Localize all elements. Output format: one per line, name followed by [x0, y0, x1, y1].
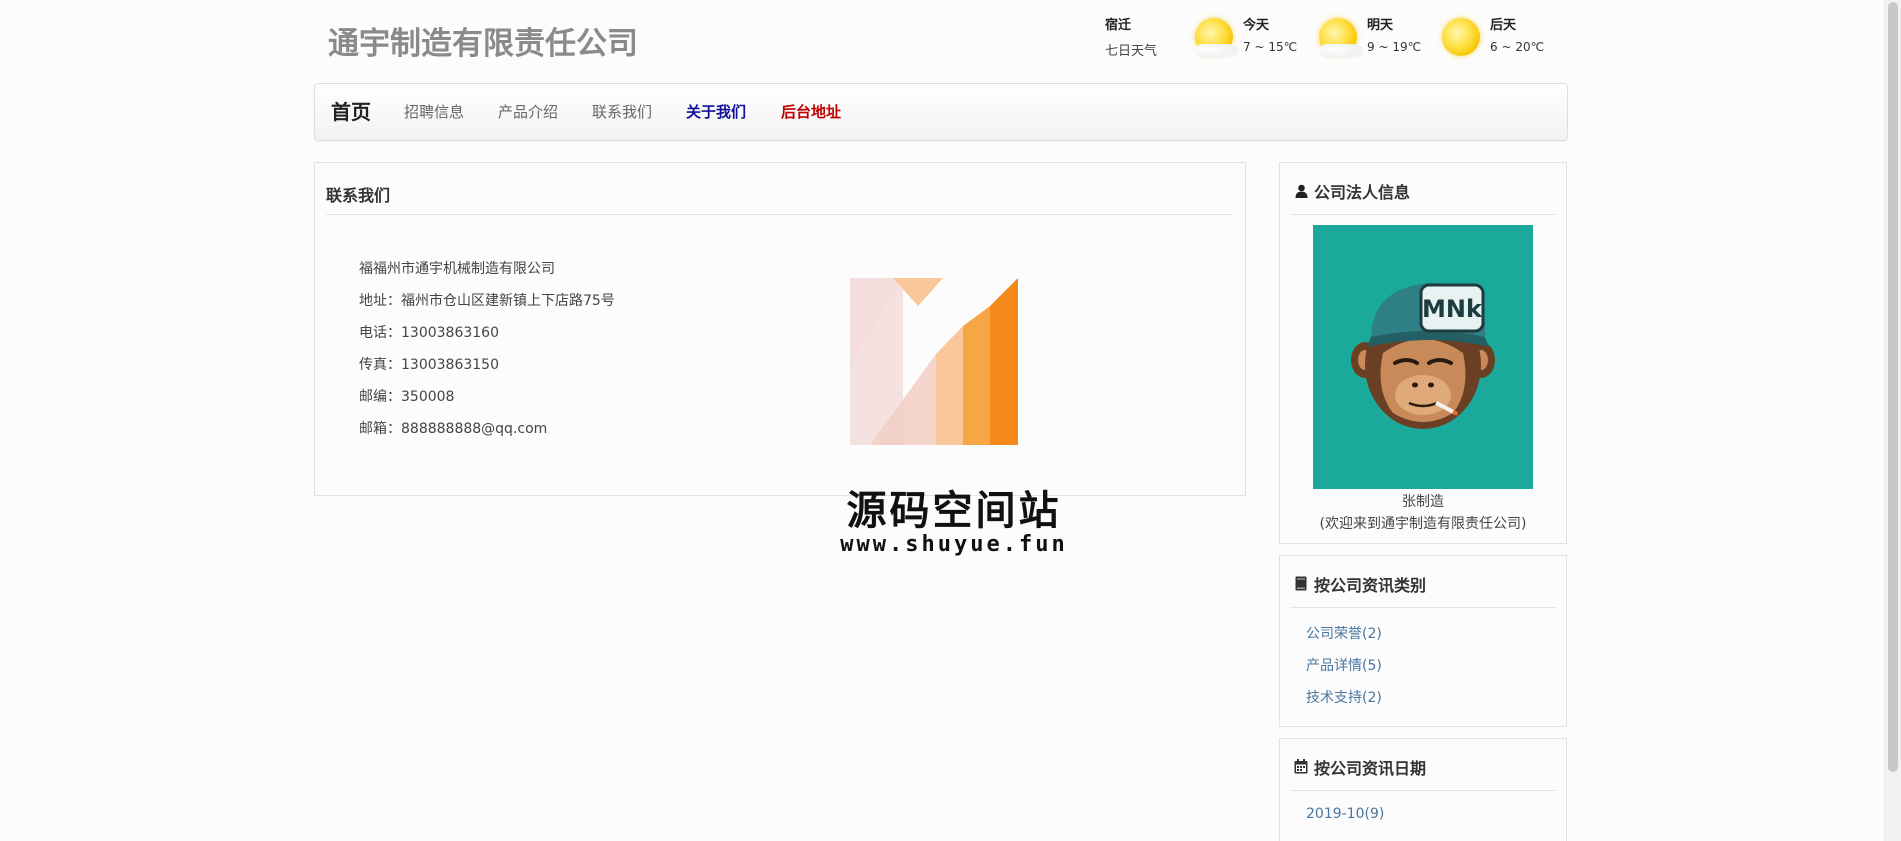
- nav-about[interactable]: 关于我们: [686, 84, 746, 140]
- avatar: MNk: [1313, 225, 1533, 489]
- contact-company: 福福州市通宇机械制造有限公司: [359, 261, 555, 277]
- weather-day-temp: 9 ~ 19℃: [1367, 40, 1422, 54]
- date-link[interactable]: 2019-10(9): [1306, 806, 1384, 838]
- nav-jobs[interactable]: 招聘信息: [404, 84, 464, 140]
- nav-admin[interactable]: 后台地址: [781, 84, 841, 140]
- date-list: 2019-10(9): [1306, 806, 1384, 838]
- contact-fax: 传真：13003863150: [359, 357, 499, 373]
- page: 通宇制造有限责任公司 宿迁 七日天气 今天 7 ~ 15℃ 明天 9 ~ 19℃…: [0, 0, 1901, 841]
- contact-phone: 电话：13003863160: [359, 325, 499, 341]
- weather-day-temp: 7 ~ 15℃: [1243, 40, 1298, 54]
- cloud-icon: [1319, 44, 1363, 58]
- contact-postcode: 邮编：350008: [359, 389, 455, 405]
- watermark-logo-icon: [850, 278, 1018, 445]
- legal-person-box: 公司法人信息 MNk 张制造 (欢迎来到通宇制造有限责任公司): [1279, 162, 1567, 544]
- watermark-text: 源码空间站: [846, 488, 1062, 534]
- divider: [1290, 607, 1556, 608]
- watermark-url: www.shuyue.fun: [840, 532, 1068, 557]
- contact-address: 地址：福州市仓山区建新镇上下店路75号: [359, 293, 615, 309]
- monkey-avatar-icon: MNk: [1313, 225, 1533, 489]
- scrollbar-thumb[interactable]: [1888, 2, 1898, 772]
- cap-logo: MNk: [1422, 295, 1483, 323]
- category-link[interactable]: 公司荣誉(2): [1306, 623, 1382, 655]
- legal-person-desc: (欢迎来到通宇制造有限责任公司): [1319, 516, 1527, 532]
- sun-icon: [1442, 18, 1480, 56]
- cloud-icon: [1195, 44, 1239, 58]
- weather-day-label: 今天: [1243, 18, 1270, 33]
- weather-today: 今天 7 ~ 15℃: [1193, 14, 1313, 64]
- nav-products[interactable]: 产品介绍: [498, 84, 558, 140]
- contact-panel: 联系我们 福福州市通宇机械制造有限公司 地址：福州市仓山区建新镇上下店路75号 …: [314, 162, 1246, 496]
- legal-person-title: 公司法人信息: [1292, 179, 1410, 203]
- site-title: 通宇制造有限责任公司: [328, 26, 638, 62]
- user-icon: [1292, 184, 1310, 202]
- nav-contact[interactable]: 联系我们: [592, 84, 652, 140]
- legal-person-name: 张制造: [1402, 494, 1444, 510]
- weather-day-temp: 6 ~ 20℃: [1490, 40, 1545, 54]
- legal-person-title-text: 公司法人信息: [1314, 183, 1411, 202]
- panel-title: 联系我们: [326, 186, 391, 205]
- divider: [1290, 790, 1556, 791]
- nav-home[interactable]: 首页: [331, 84, 371, 140]
- book-icon: [1292, 576, 1310, 595]
- date-box: 按公司资讯日期 2019-10(9): [1279, 738, 1567, 841]
- weather-subtitle[interactable]: 七日天气: [1105, 40, 1175, 59]
- date-title-text: 按公司资讯日期: [1314, 759, 1427, 778]
- watermark: 源码空间站 www.shuyue.fun: [838, 278, 1068, 558]
- divider: [1290, 214, 1556, 215]
- navbar: 首页 招聘信息 产品介绍 联系我们 关于我们 后台地址: [314, 83, 1568, 141]
- weather-tomorrow: 明天 9 ~ 19℃: [1317, 14, 1437, 64]
- divider: [326, 214, 1233, 215]
- weather-day-label: 明天: [1367, 18, 1394, 33]
- calendar-icon: [1292, 759, 1310, 778]
- weather-day-after: 后天 6 ~ 20℃: [1440, 14, 1560, 64]
- category-list: 公司荣誉(2) 产品详情(5) 技术支持(2): [1306, 623, 1382, 719]
- weather-day-label: 后天: [1490, 18, 1517, 33]
- category-box: 按公司资讯类别 公司荣誉(2) 产品详情(5) 技术支持(2): [1279, 555, 1567, 727]
- contact-list: 福福州市通宇机械制造有限公司 地址：福州市仓山区建新镇上下店路75号 电话：13…: [359, 258, 615, 450]
- category-title: 按公司资讯类别: [1292, 572, 1426, 596]
- contact-email: 邮箱：888888888@qq.com: [359, 421, 548, 437]
- category-link[interactable]: 产品详情(5): [1306, 655, 1382, 687]
- category-link[interactable]: 技术支持(2): [1306, 687, 1382, 719]
- weather-city: 宿迁 七日天气: [1105, 14, 1175, 59]
- weather-city-name: 宿迁: [1105, 18, 1132, 33]
- date-title: 按公司资讯日期: [1292, 755, 1426, 779]
- page-scrollbar[interactable]: [1884, 0, 1901, 841]
- category-title-text: 按公司资讯类别: [1314, 576, 1427, 595]
